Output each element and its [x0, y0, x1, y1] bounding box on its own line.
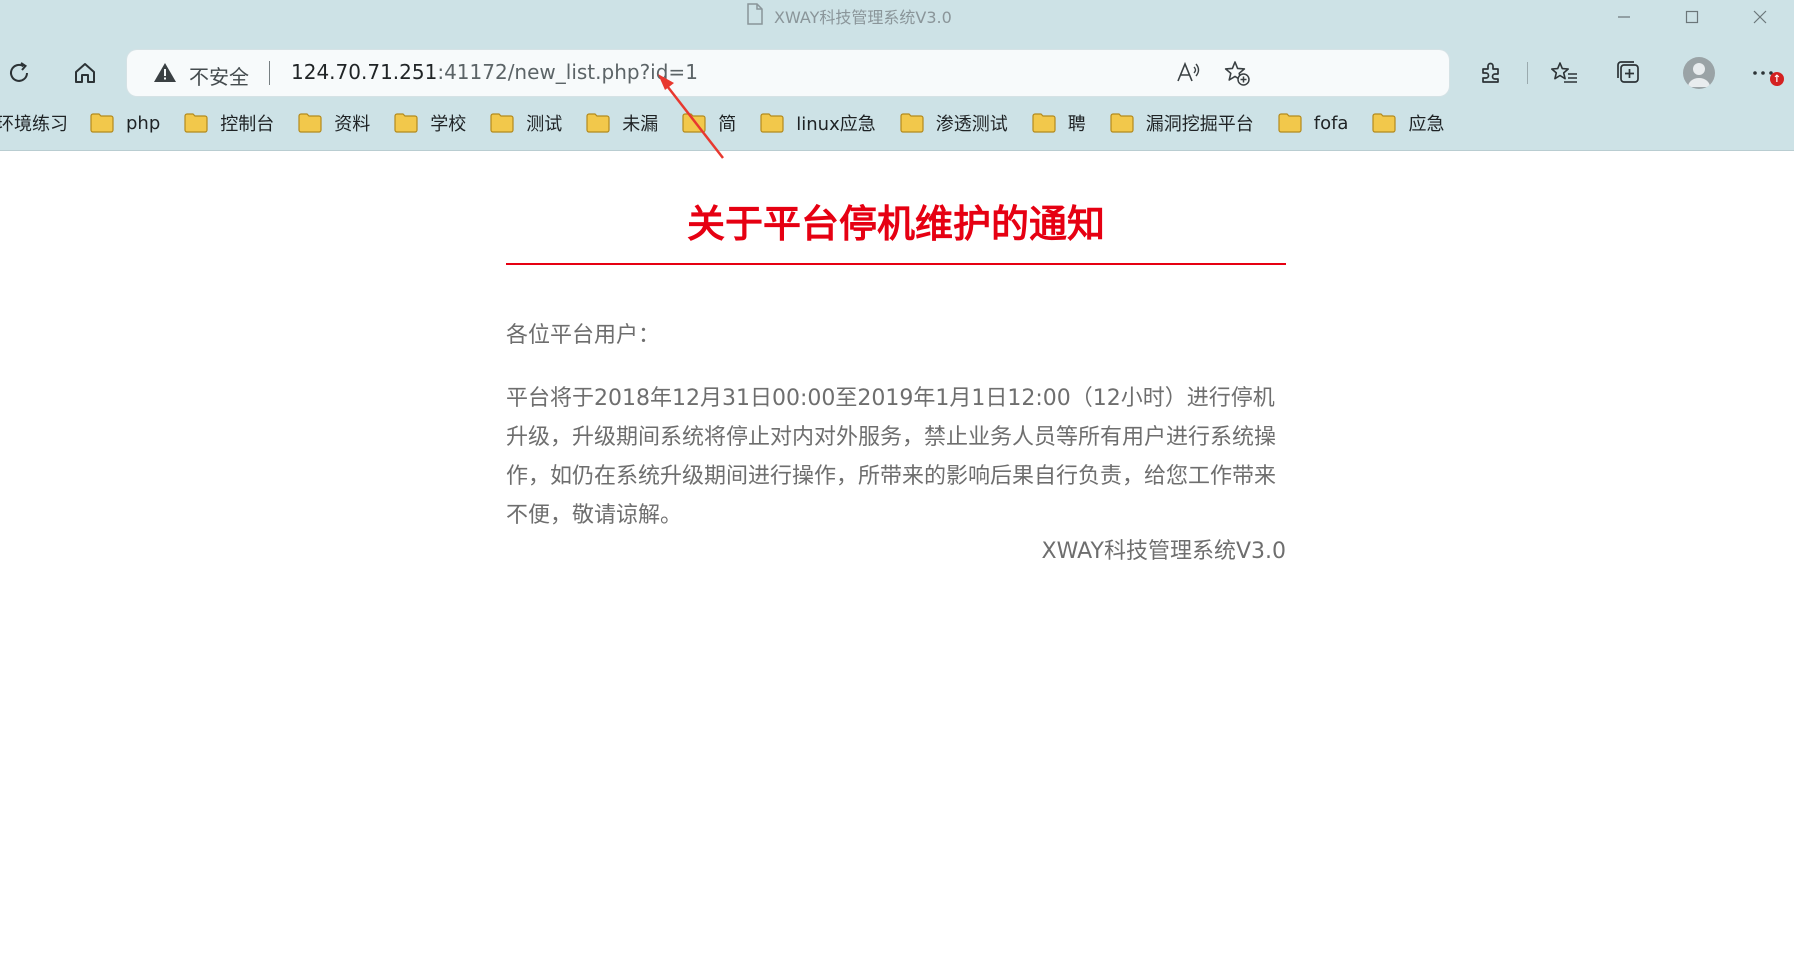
bookmark-folder[interactable]: 控制台 [184, 106, 274, 140]
window-title-text: XWAY科技管理系统V3.0 [774, 8, 952, 27]
folder-icon [586, 113, 610, 133]
bookmark-folder[interactable]: php [90, 106, 160, 140]
bookmark-label: 聘 [1067, 114, 1086, 135]
close-icon [1753, 10, 1767, 24]
folder-icon [1372, 113, 1397, 133]
minimize-icon [1618, 16, 1630, 18]
folder-icon [90, 113, 114, 133]
bookmark-label: linux应急 [796, 114, 876, 135]
folder-icon [1110, 113, 1134, 133]
notice-body: 平台将于2018年12月31日00:00至2019年1月1日12:00（12小时… [506, 386, 1277, 528]
title-bar: XWAY科技管理系统V3.0 [0, 0, 1794, 34]
bookmark-folder[interactable]: fofa [1278, 106, 1349, 140]
url-path: :41172/new_list.php?id=1 [437, 60, 698, 84]
collections-icon [1617, 61, 1639, 83]
notice-title: 关于平台停机维护的通知 [686, 202, 1105, 246]
notice-greeting: 各位平台用户： [506, 323, 661, 348]
update-badge: ↑ [1770, 72, 1784, 86]
collections-button[interactable] [1612, 56, 1646, 90]
puzzle-icon [1482, 62, 1499, 83]
bookmark-folder[interactable]: 渗透测试 [900, 106, 1008, 140]
bookmark-label: 学校 [430, 114, 467, 135]
person-icon [1688, 63, 1710, 87]
bookmark-label: 简 [718, 114, 737, 135]
bookmark-label: 控制台 [220, 114, 275, 135]
read-aloud-icon [1177, 61, 1200, 82]
bookmark-label: 资料 [334, 114, 371, 135]
read-aloud-button[interactable] [1174, 59, 1202, 87]
bookmark-folder[interactable]: 未漏 [586, 106, 658, 140]
url-host: 124.70.71.251 [291, 60, 438, 84]
page-file-icon [746, 3, 764, 29]
notice-content: 关于平台停机维护的通知 各位平台用户： 平台将于2018年12月31日00:00… [506, 198, 1286, 567]
profile-avatar[interactable] [1683, 57, 1715, 89]
folder-icon [490, 113, 514, 133]
bookmark-label: 测试 [526, 114, 563, 135]
close-window-button[interactable] [1726, 0, 1794, 34]
home-button[interactable] [68, 56, 102, 90]
refresh-button[interactable] [2, 56, 36, 90]
bookmark-label: php [126, 112, 161, 134]
bookmark-folder[interactable]: 测试 [490, 106, 562, 140]
folder-icon [682, 113, 706, 133]
bookmark-label: fofa [1313, 112, 1349, 134]
folder-icon [394, 113, 418, 133]
folder-icon [298, 113, 322, 133]
bookmark-folder[interactable]: 资料 [298, 106, 370, 140]
bookmark-folder[interactable]: 应急 [1372, 106, 1444, 140]
maximize-icon [1685, 10, 1699, 24]
favorites-button[interactable] [1547, 56, 1581, 90]
extensions-button[interactable] [1474, 56, 1508, 90]
title-divider [506, 263, 1286, 265]
minimize-button[interactable] [1590, 0, 1658, 34]
bookmark-label: 未漏 [622, 114, 659, 135]
favorites-list-icon [1551, 62, 1577, 83]
bookmark-label: 应急 [1408, 114, 1445, 135]
add-favorite-button[interactable] [1223, 59, 1251, 87]
window-controls [1590, 0, 1794, 34]
browser-chrome: XWAY科技管理系统V3.0 不安全 124.70.71.251:41172/n… [0, 0, 1794, 151]
bookmarks-bar: 环境练习 php 控制台 资料 学校 测试 未漏 简 linux应急 渗透测试 … [0, 106, 1794, 140]
refresh-icon [10, 62, 28, 82]
window-title: XWAY科技管理系统V3.0 [746, 3, 952, 29]
folder-icon [900, 113, 924, 133]
bookmark-folder[interactable]: 漏洞挖掘平台 [1110, 106, 1254, 140]
maximize-button[interactable] [1658, 0, 1726, 34]
security-status-label[interactable]: 不安全 [189, 61, 249, 90]
bookmark-label: 漏洞挖掘平台 [1145, 114, 1254, 135]
notice-signature: XWAY科技管理系统V3.0 [1041, 539, 1286, 564]
folder-icon [1032, 113, 1056, 133]
url-text[interactable]: 124.70.71.251:41172/new_list.php?id=1 [291, 60, 698, 84]
warning-icon[interactable] [153, 61, 177, 85]
bookmark-folder[interactable]: 聘 [1032, 106, 1086, 140]
bookmark-folder[interactable]: 环境练习 [0, 106, 68, 140]
bookmark-label: 环境练习 [0, 114, 68, 135]
bookmark-folder[interactable]: linux应急 [760, 106, 876, 140]
star-add-icon [1224, 61, 1250, 86]
bookmark-folder[interactable]: 简 [682, 106, 736, 140]
navigation-toolbar: 不安全 124.70.71.251:41172/new_list.php?id=… [0, 48, 1794, 98]
folder-icon [760, 113, 784, 133]
folder-icon [1278, 113, 1302, 133]
toolbar-separator [1527, 62, 1528, 84]
bookmark-label: 渗透测试 [935, 114, 1008, 135]
folder-icon [184, 113, 208, 133]
home-icon [75, 63, 95, 83]
address-separator [269, 61, 270, 85]
address-bar[interactable]: 不安全 124.70.71.251:41172/new_list.php?id=… [127, 50, 1449, 96]
bookmark-folder[interactable]: 学校 [394, 106, 466, 140]
